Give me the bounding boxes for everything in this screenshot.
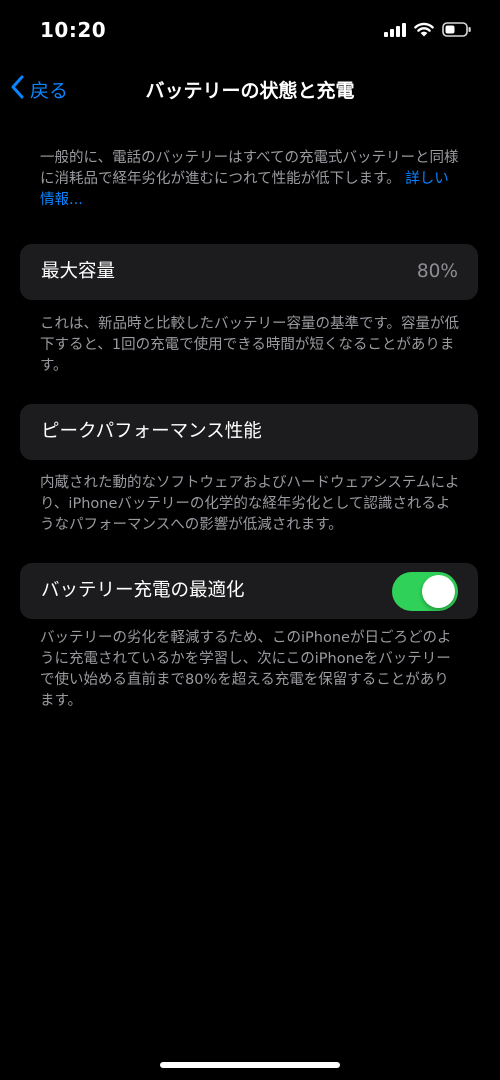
cellular-signal-icon xyxy=(384,22,406,41)
page-title: バッテリーの状態と充電 xyxy=(145,80,355,102)
max-capacity-value: 80% xyxy=(416,261,458,282)
status-bar: 10:20 xyxy=(0,0,500,60)
max-capacity-row: 最大容量 80% xyxy=(20,244,478,300)
optimized-charging-label: バッテリー充電の最適化 xyxy=(41,580,245,601)
status-icons xyxy=(384,20,472,42)
intro-text: 一般的に、電話のバッテリーはすべての充電式バッテリーと同様に消耗品で経年劣化が進… xyxy=(40,150,459,187)
optimized-charging-row: バッテリー充電の最適化 xyxy=(20,563,478,619)
navigation-bar: 戻る バッテリーの状態と充電 xyxy=(0,62,500,116)
peak-performance-row[interactable]: ピークパフォーマンス性能 xyxy=(20,404,478,460)
optimized-charging-footnote: バッテリーの劣化を軽減するため、このiPhoneが日ごろどのように充電されている… xyxy=(40,630,452,709)
home-indicator[interactable] xyxy=(160,1062,340,1068)
status-time: 10:20 xyxy=(40,18,107,42)
max-capacity-label: 最大容量 xyxy=(41,261,116,282)
wifi-icon xyxy=(414,22,434,41)
optimized-charging-toggle[interactable] xyxy=(392,572,458,611)
toggle-knob xyxy=(422,575,455,608)
intro-description: 一般的に、電話のバッテリーはすべての充電式バッテリーと同様に消耗品で経年劣化が進… xyxy=(40,148,460,211)
max-capacity-footnote: これは、新品時と比較したバッテリー容量の基準です。容量が低下すると、1回の充電で… xyxy=(40,316,460,374)
battery-icon xyxy=(442,21,472,41)
peak-performance-label: ピークパフォーマンス性能 xyxy=(41,421,262,442)
peak-performance-footnote: 内蔵された動的なソフトウェアおよびハードウェアシステムにより、iPhoneバッテ… xyxy=(40,475,460,533)
